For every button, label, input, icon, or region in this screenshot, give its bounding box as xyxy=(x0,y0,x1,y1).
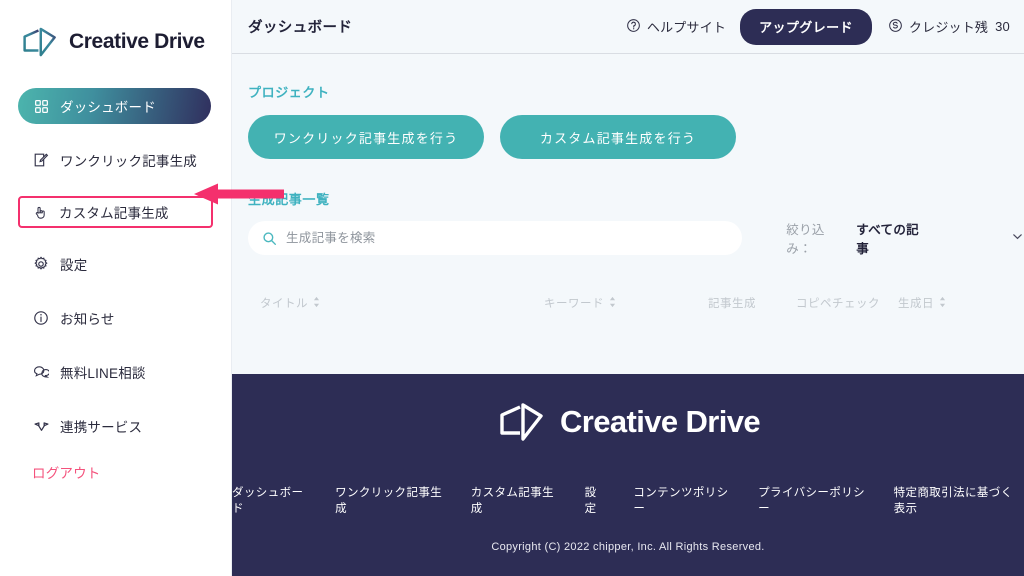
filter-label: 絞り込み： xyxy=(786,223,825,256)
content-body: プロジェクト ワンクリック記事生成を行う カスタム記事生成を行う 生成記事一覧 xyxy=(232,54,1024,374)
brand-name: Creative Drive xyxy=(69,30,205,53)
edit-square-icon xyxy=(32,151,50,169)
project-section-label: プロジェクト xyxy=(248,85,330,100)
chevron-down-icon[interactable] xyxy=(1011,230,1024,246)
credit-label: クレジット残 xyxy=(908,20,989,35)
main-area: ダッシュボード ヘルプサイト アップグレード クレジット残 30 プロジェクト … xyxy=(232,0,1024,576)
sidebar-item-label: カスタム記事生成 xyxy=(59,206,169,221)
credit-value: 30 xyxy=(995,19,1010,34)
info-circle-icon xyxy=(32,309,50,327)
chat-bubbles-icon xyxy=(32,363,50,381)
footer-brand-name: Creative Drive xyxy=(559,404,761,439)
sort-icon[interactable] xyxy=(313,296,321,311)
search-box[interactable] xyxy=(248,221,743,255)
sidebar-item-one-click-article[interactable]: ワンクリック記事生成 xyxy=(18,142,213,178)
top-header: ダッシュボード ヘルプサイト アップグレード クレジット残 30 xyxy=(232,0,1024,54)
help-site-label: ヘルプサイト xyxy=(646,20,727,35)
articles-toolbar: 絞り込み： すべての記事 xyxy=(248,219,1024,257)
footer-links: ダッシュボード ワンクリック記事生成 カスタム記事生成 設定 コンテンツポリシー… xyxy=(232,484,1024,516)
sidebar-item-label: 連携サービス xyxy=(60,420,143,435)
sidebar-item-settings[interactable]: 設定 xyxy=(18,246,213,282)
column-header-created-date[interactable]: 生成日 xyxy=(898,295,968,311)
sidebar-item-label: お知らせ xyxy=(60,312,115,327)
column-header-title[interactable]: タイトル xyxy=(248,295,544,311)
column-header-copy-check: コピペチェック xyxy=(796,295,898,311)
grid-dashboard-icon xyxy=(32,97,50,115)
sidebar-item-notices[interactable]: お知らせ xyxy=(18,300,213,336)
column-label: タイトル xyxy=(260,298,308,310)
app-root: Creative Drive ダッシュボード ワンクリック記事生成 カスタム記事… xyxy=(0,0,1024,576)
gear-icon xyxy=(32,255,50,273)
footer-link-privacy-policy[interactable]: プライバシーポリシー xyxy=(758,484,866,516)
site-footer: Creative Drive ダッシュボード ワンクリック記事生成 カスタム記事… xyxy=(232,374,1024,576)
footer-link-custom-article[interactable]: カスタム記事生成 xyxy=(471,484,558,516)
help-site-link[interactable]: ヘルプサイト xyxy=(626,17,726,36)
footer-link-dashboard[interactable]: ダッシュボード xyxy=(232,484,308,516)
upgrade-button[interactable]: アップグレード xyxy=(740,8,872,45)
articles-table-header: タイトル キーワード 記事生成 コピペチェック 生成日 xyxy=(248,295,1024,311)
articles-section-label: 生成記事一覧 xyxy=(248,192,330,207)
sidebar-item-label: ダッシュボード xyxy=(60,100,156,115)
footer-copyright: Copyright (C) 2022 chipper, Inc. All Rig… xyxy=(491,541,765,553)
sidebar-item-custom-article[interactable]: カスタム記事生成 xyxy=(18,196,213,228)
question-circle-icon xyxy=(626,18,641,36)
sidebar-item-dashboard[interactable]: ダッシュボード xyxy=(18,88,211,124)
search-icon xyxy=(262,231,277,246)
logout-link[interactable]: ログアウト xyxy=(32,462,231,482)
sidebar: Creative Drive ダッシュボード ワンクリック記事生成 カスタム記事… xyxy=(0,0,284,576)
page-title: ダッシュボード xyxy=(248,20,353,36)
sidebar-brand[interactable]: Creative Drive xyxy=(0,0,231,62)
sidebar-item-label: 設定 xyxy=(60,258,88,273)
link-services-icon xyxy=(32,417,50,435)
one-click-generate-button[interactable]: ワンクリック記事生成を行う xyxy=(248,115,484,159)
column-header-keyword[interactable]: キーワード xyxy=(544,295,708,311)
column-label: コピペチェック xyxy=(796,298,880,310)
sidebar-item-label: 無料LINE相談 xyxy=(60,366,146,381)
creative-drive-logo-icon xyxy=(496,402,548,442)
sidebar-nav: ダッシュボード ワンクリック記事生成 カスタム記事生成 設定 お知らせ 無料LI… xyxy=(0,88,231,482)
filter-selected-value: すべての記事 xyxy=(856,223,919,256)
hand-pointer-icon xyxy=(31,203,49,221)
footer-link-content-policy[interactable]: コンテンツポリシー xyxy=(633,484,731,516)
project-actions: ワンクリック記事生成を行う カスタム記事生成を行う xyxy=(248,115,1024,159)
footer-link-settings[interactable]: 設定 xyxy=(585,484,607,516)
creative-drive-logo-icon xyxy=(20,27,60,57)
search-input[interactable] xyxy=(286,231,706,245)
sort-icon[interactable] xyxy=(609,296,617,311)
filter-dropdown[interactable]: 絞り込み： すべての記事 xyxy=(786,219,1024,257)
sort-icon[interactable] xyxy=(939,296,947,311)
column-label: 記事生成 xyxy=(708,298,756,310)
credit-balance[interactable]: クレジット残 30 xyxy=(888,17,1010,36)
column-header-generation: 記事生成 xyxy=(708,295,796,311)
sidebar-item-label: ワンクリック記事生成 xyxy=(60,154,197,169)
sidebar-item-line-consult[interactable]: 無料LINE相談 xyxy=(18,354,213,390)
custom-generate-button[interactable]: カスタム記事生成を行う xyxy=(500,115,736,159)
column-label: キーワード xyxy=(544,298,604,310)
column-label: 生成日 xyxy=(898,298,934,310)
footer-link-commercial-transactions[interactable]: 特定商取引法に基づく表示 xyxy=(894,484,1024,516)
coin-s-icon xyxy=(888,18,903,36)
footer-brand: Creative Drive xyxy=(496,402,761,442)
sidebar-item-linked-services[interactable]: 連携サービス xyxy=(18,408,213,444)
footer-link-one-click-article[interactable]: ワンクリック記事生成 xyxy=(335,484,444,516)
